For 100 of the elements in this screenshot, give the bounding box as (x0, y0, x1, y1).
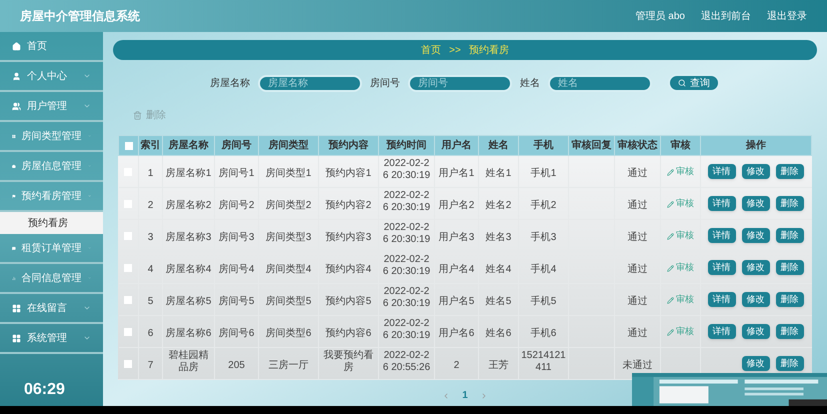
table-cell-text: 2022-02-26 20:30:19 (382, 318, 432, 342)
search-label: 房屋名称 (210, 76, 250, 90)
app-title: 房屋中介管理信息系统 (20, 8, 140, 25)
action-button[interactable]: 修改 (742, 356, 770, 371)
table-cell: 姓名1 (486, 168, 512, 180)
table-cell: 预约内容4 (326, 264, 372, 276)
action-button[interactable]: 详情 (708, 260, 736, 275)
table-cell: 通过 (628, 264, 648, 276)
flag-icon (12, 192, 16, 200)
header-link[interactable]: 管理员 abo (636, 8, 685, 24)
action-button[interactable]: 删除 (776, 292, 804, 307)
action-button[interactable]: 修改 (742, 260, 770, 275)
action-button[interactable]: 删除 (776, 228, 804, 243)
action-button[interactable]: 详情 (708, 228, 736, 243)
table-cell: 手机4 (530, 264, 556, 276)
table-cell-text: 碧桂园精品房 (168, 350, 210, 374)
audit-link[interactable]: 审核 (667, 229, 694, 243)
table-cell: 7 (148, 360, 154, 372)
table-cell: 用户名4 (438, 264, 474, 276)
action-button[interactable]: 详情 (708, 324, 736, 339)
table-cell: 房间类型2 (266, 200, 312, 212)
search-field[interactable]: 房间号 (408, 74, 512, 92)
checkbox[interactable] (124, 328, 132, 336)
table-cell: 王芳 (488, 360, 508, 372)
search-field[interactable]: 姓名 (548, 74, 652, 92)
action-button[interactable]: 详情 (708, 164, 736, 179)
table-cell: 预约内容5 (326, 296, 372, 308)
breadcrumb-text[interactable]: 首页 (421, 42, 442, 58)
table-cell: 姓名4 (486, 264, 512, 276)
action-button[interactable]: 修改 (742, 324, 770, 339)
table-cell-text: 2022-02-26 20:30:19 (382, 286, 432, 310)
table-cell: 房间类型3 (266, 232, 312, 244)
submenu-item[interactable]: 预约看房 (0, 212, 103, 234)
action-button[interactable]: 删除 (776, 324, 804, 339)
table-cell: 姓名6 (486, 328, 512, 340)
column-header: 审核 (660, 136, 700, 156)
column-header: 索引 (138, 136, 162, 156)
chevron-icon (83, 102, 91, 110)
table-cell: 手机2 (530, 200, 556, 212)
chevron-icon (83, 334, 91, 342)
table-cell: 用户名5 (438, 296, 474, 308)
table-cell: 通过 (628, 328, 648, 340)
action-button[interactable]: 修改 (742, 228, 770, 243)
table-cell: 姓名2 (486, 200, 512, 212)
table-cell: 通过 (628, 200, 648, 212)
table-cell-text: 2022-02-26 20:30:19 (382, 158, 432, 182)
audit-link[interactable]: 审核 (667, 293, 694, 307)
table-cell: 手机1 (530, 168, 556, 180)
table-cell: 通过 (628, 168, 648, 180)
video-timestamp: 06:29 (24, 380, 65, 400)
table-cell-text: 2022-02-26 20:55:26 (382, 350, 432, 374)
search-icon (678, 79, 686, 87)
checkbox[interactable] (124, 360, 132, 368)
checkbox[interactable] (124, 232, 132, 240)
action-button[interactable]: 删除 (776, 196, 804, 211)
audit-link[interactable]: 审核 (667, 197, 694, 211)
search-button[interactable]: 查询 (668, 74, 720, 92)
table-cell: 房间号6 (218, 328, 254, 340)
table-cell: 2 (454, 360, 460, 372)
chevron-icon (83, 304, 91, 312)
table-cell: 房间类型6 (266, 328, 312, 340)
column-header: 审核状态 (614, 136, 660, 156)
action-button[interactable]: 详情 (708, 292, 736, 307)
action-button[interactable]: 修改 (742, 292, 770, 307)
table-cell: 手机5 (530, 296, 556, 308)
trash-icon (133, 111, 142, 120)
table-cell: 3 (148, 232, 154, 244)
search-label: 房间号 (370, 76, 400, 90)
action-button[interactable]: 修改 (742, 196, 770, 211)
action-button[interactable]: 修改 (742, 164, 770, 179)
table-cell-text: 2022-02-26 20:30:19 (382, 254, 432, 278)
table-cell-text: 2022-02-26 20:30:19 (382, 222, 432, 246)
column-header: 用户名 (434, 136, 478, 156)
column-header: 房间号 (214, 136, 258, 156)
action-button[interactable]: 删除 (776, 260, 804, 275)
table-cell: 2 (148, 200, 154, 212)
breadcrumb-text: >> (449, 44, 461, 58)
column-header: 房间类型 (258, 136, 318, 156)
briefcase-icon (12, 162, 16, 170)
header-link[interactable]: 退出登录 (767, 8, 807, 24)
checkbox[interactable] (124, 142, 132, 150)
users-icon (12, 102, 21, 110)
checkbox[interactable] (124, 264, 132, 272)
table-cell: 用户名2 (438, 200, 474, 212)
action-button[interactable]: 删除 (776, 164, 804, 179)
column-header: 审核回复 (568, 136, 614, 156)
header-link[interactable]: 退出到前台 (701, 8, 751, 24)
checkbox[interactable] (124, 296, 132, 304)
table-cell: 未通过 (622, 360, 652, 372)
table-cell-text: 2022-02-26 20:30:19 (382, 190, 432, 214)
audit-link[interactable]: 审核 (667, 165, 694, 179)
action-button[interactable]: 删除 (776, 356, 804, 371)
audit-link[interactable]: 审核 (667, 261, 694, 275)
audit-link[interactable]: 审核 (667, 325, 694, 339)
table-cell: 三房一厅 (268, 360, 308, 372)
table-cell: 房屋名称6 (166, 328, 212, 340)
search-field[interactable]: 房屋名称 (258, 74, 362, 92)
action-button[interactable]: 详情 (708, 196, 736, 211)
table-cell: 通过 (628, 296, 648, 308)
page-number[interactable]: 1 (462, 388, 468, 403)
